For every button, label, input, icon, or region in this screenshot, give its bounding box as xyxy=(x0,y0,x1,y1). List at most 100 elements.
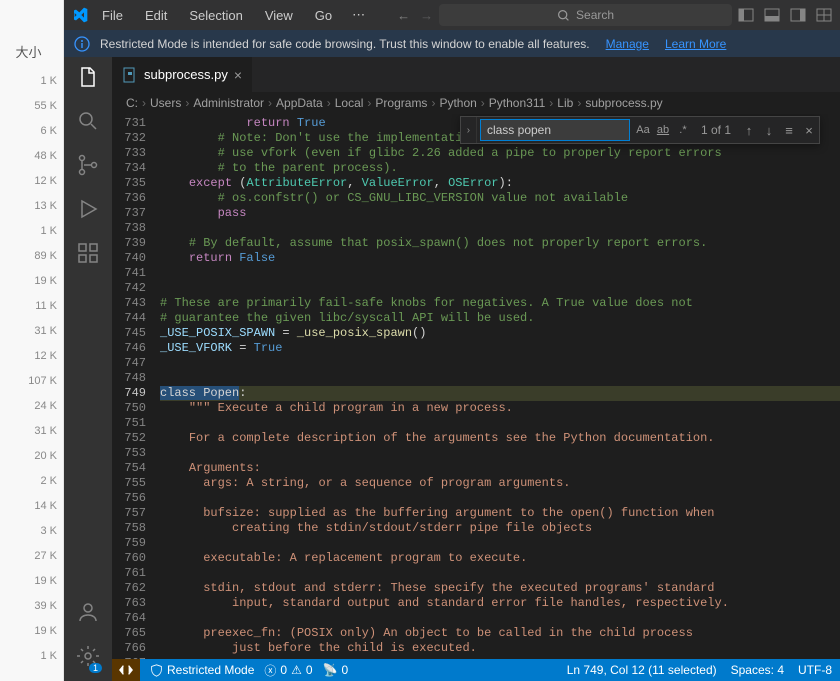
find-input[interactable] xyxy=(480,119,630,141)
find-widget: › Aa ab .* 1 of 1 ↑ ↓ ≡ × xyxy=(460,116,820,144)
host-sidebar: 大小 1 K55 K6 K48 K12 K13 K1 K89 K19 K11 K… xyxy=(0,0,64,681)
host-sidebar-row: 3 K xyxy=(0,525,63,538)
host-sidebar-row: 13 K xyxy=(0,200,63,213)
explorer-icon[interactable] xyxy=(76,65,100,89)
host-sidebar-row: 1 K xyxy=(0,75,63,88)
host-sidebar-row xyxy=(0,437,63,450)
find-count: 1 of 1 xyxy=(701,123,731,137)
shield-icon xyxy=(150,664,163,677)
menu-more[interactable]: ⋯ xyxy=(346,5,371,25)
source-control-icon[interactable] xyxy=(76,153,100,177)
breadcrumb-segment[interactable]: C: xyxy=(126,96,138,110)
manage-link[interactable]: Manage xyxy=(606,37,649,51)
breadcrumb-segment[interactable]: Python311 xyxy=(489,96,546,110)
host-sidebar-row xyxy=(0,612,63,625)
run-debug-icon[interactable] xyxy=(76,197,100,221)
host-sidebar-row xyxy=(0,487,63,500)
layout-sidebar-left-icon[interactable] xyxy=(738,7,754,23)
host-sidebar-row xyxy=(0,112,63,125)
ports-status[interactable]: 📡0 xyxy=(323,663,349,677)
host-sidebar-row: 2 K xyxy=(0,475,63,488)
encoding-status[interactable]: UTF-8 xyxy=(798,663,832,677)
host-sidebar-row xyxy=(0,387,63,400)
vscode-logo xyxy=(72,7,88,23)
menu-view[interactable]: View xyxy=(257,6,301,25)
breadcrumb-segment[interactable]: Local xyxy=(335,96,364,110)
host-sidebar-row xyxy=(0,587,63,600)
breadcrumb-segment[interactable]: Python xyxy=(439,96,476,110)
vscode-window: File Edit Selection View Go ⋯ ← → Search xyxy=(64,0,840,681)
find-prev-icon[interactable]: ↑ xyxy=(739,120,759,140)
menu-file[interactable]: File xyxy=(94,6,131,25)
breadcrumb[interactable]: C:›Users›Administrator›AppData›Local›Pro… xyxy=(112,92,840,114)
host-sidebar-row: 24 K xyxy=(0,400,63,413)
learn-more-link[interactable]: Learn More xyxy=(665,37,726,51)
host-sidebar-row xyxy=(0,412,63,425)
layout-panel-icon[interactable] xyxy=(764,7,780,23)
search-icon[interactable] xyxy=(76,109,100,133)
find-filter-icon[interactable]: ≡ xyxy=(779,120,799,140)
host-sidebar-row xyxy=(0,537,63,550)
command-center[interactable]: Search xyxy=(439,4,732,26)
extensions-icon[interactable] xyxy=(76,241,100,265)
activity-bar: 1 xyxy=(64,57,112,681)
breadcrumb-segment[interactable]: Programs xyxy=(375,96,427,110)
host-sidebar-row: 14 K xyxy=(0,500,63,513)
editor[interactable]: 7317327337347357367377387397407417427437… xyxy=(112,114,840,659)
indent-status[interactable]: Spaces: 4 xyxy=(731,663,784,677)
breadcrumb-segment[interactable]: Lib xyxy=(557,96,573,110)
host-sidebar-row xyxy=(0,187,63,200)
host-sidebar-row: 1 K xyxy=(0,225,63,238)
host-sidebar-row: 19 K xyxy=(0,575,63,588)
host-sidebar-row: 19 K xyxy=(0,625,63,638)
tab-close-icon[interactable]: × xyxy=(234,67,242,83)
menu-go[interactable]: Go xyxy=(307,6,340,25)
host-sidebar-row: 31 K xyxy=(0,425,63,438)
match-whole-word-icon[interactable]: ab xyxy=(653,120,673,140)
host-sidebar-row xyxy=(0,162,63,175)
menu-selection[interactable]: Selection xyxy=(181,6,250,25)
host-sidebar-row: 55 K xyxy=(0,100,63,113)
regex-icon[interactable]: .* xyxy=(673,120,693,140)
match-case-icon[interactable]: Aa xyxy=(633,120,653,140)
restricted-mode-banner: Restricted Mode is intended for safe cod… xyxy=(64,30,840,57)
find-expand-icon[interactable]: › xyxy=(461,117,477,143)
host-sidebar-row: 31 K xyxy=(0,325,63,338)
host-sidebar-row xyxy=(0,312,63,325)
menu-edit[interactable]: Edit xyxy=(137,6,175,25)
host-sidebar-row xyxy=(0,462,63,475)
breadcrumb-segment[interactable]: Users xyxy=(150,96,181,110)
host-sidebar-row xyxy=(0,512,63,525)
host-sidebar-row: 48 K xyxy=(0,150,63,163)
host-sidebar-row: 27 K xyxy=(0,550,63,563)
nav-back-icon[interactable]: ← xyxy=(397,8,410,23)
breadcrumb-segment[interactable]: AppData xyxy=(276,96,323,110)
problems-status[interactable]: ⓧ0 ⚠0 xyxy=(264,662,312,679)
host-sidebar-row: 12 K xyxy=(0,350,63,363)
code-content[interactable]: return True # Note: Don't use the implem… xyxy=(160,114,840,659)
host-sidebar-row: 6 K xyxy=(0,125,63,138)
nav-forward-icon[interactable]: → xyxy=(420,8,433,23)
cursor-position[interactable]: Ln 749, Col 12 (11 selected) xyxy=(567,663,717,677)
host-sidebar-row: 19 K xyxy=(0,275,63,288)
host-sidebar-row xyxy=(0,87,63,100)
tab-subprocess[interactable]: subprocess.py × xyxy=(112,57,253,92)
titlebar: File Edit Selection View Go ⋯ ← → Search xyxy=(64,0,840,30)
restricted-mode-status[interactable]: Restricted Mode xyxy=(150,663,254,677)
layout-customize-icon[interactable] xyxy=(816,7,832,23)
host-sidebar-row xyxy=(0,137,63,150)
breadcrumb-segment[interactable]: Administrator xyxy=(193,96,264,110)
host-sidebar-row xyxy=(0,562,63,575)
host-sidebar-row: 39 K xyxy=(0,600,63,613)
tab-label: subprocess.py xyxy=(144,67,228,82)
find-close-icon[interactable]: × xyxy=(799,120,819,140)
host-sidebar-row xyxy=(0,237,63,250)
search-icon xyxy=(557,9,570,22)
host-sidebar-row xyxy=(0,337,63,350)
accounts-icon[interactable] xyxy=(76,600,100,624)
python-file-icon xyxy=(122,67,138,83)
breadcrumb-segment[interactable]: subprocess.py xyxy=(585,96,662,110)
remote-indicator[interactable] xyxy=(112,659,140,681)
find-next-icon[interactable]: ↓ xyxy=(759,120,779,140)
layout-sidebar-right-icon[interactable] xyxy=(790,7,806,23)
